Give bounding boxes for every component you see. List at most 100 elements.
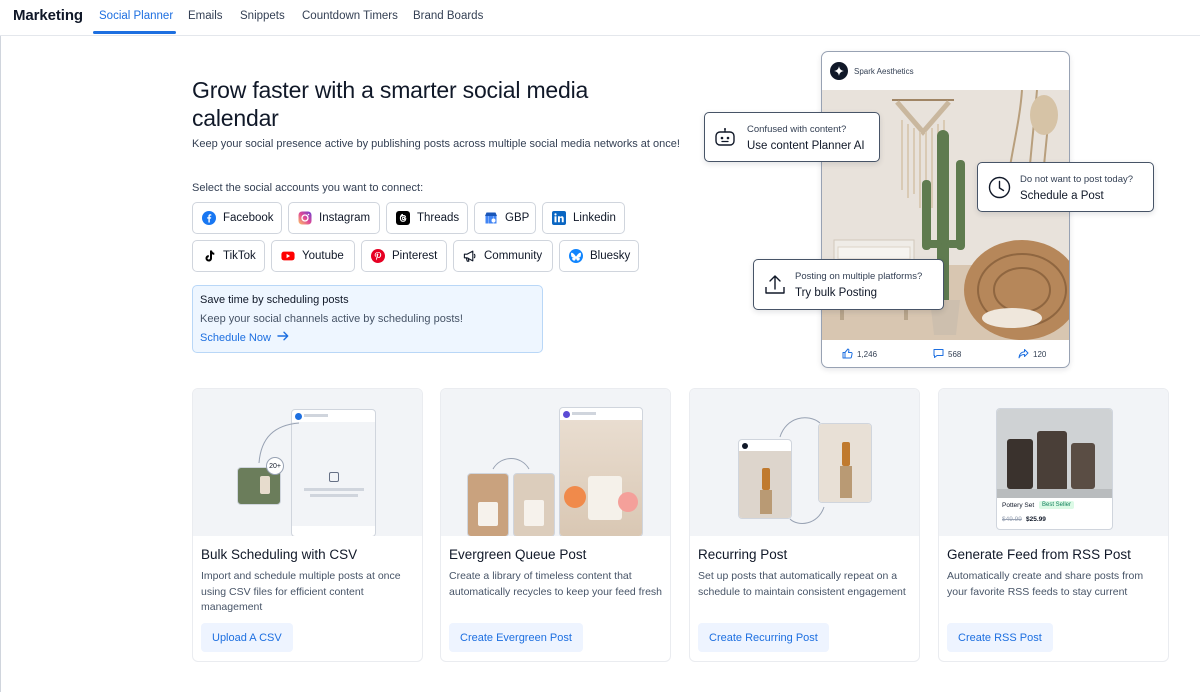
upload-icon	[764, 274, 786, 301]
best-seller-badge: Best Seller	[1039, 501, 1075, 509]
create-rss-post-button[interactable]: Create RSS Post	[947, 623, 1053, 652]
count-badge: 20+	[266, 457, 284, 475]
product-name: Pottery Set	[1002, 502, 1035, 509]
card-description: Import and schedule multiple posts at on…	[201, 570, 401, 613]
connect-youtube-button[interactable]: Youtube	[271, 240, 355, 272]
callout-question: Do not want to post today?	[1020, 174, 1134, 185]
feature-card-bulk-csv: 20+ Bulk Scheduling with CSV Import and …	[192, 388, 423, 662]
share-icon	[1018, 348, 1029, 361]
account-label: Facebook	[223, 212, 274, 224]
tab-countdown-timers[interactable]: Countdown Timers	[302, 10, 398, 22]
sale-price: $25.99	[1026, 516, 1046, 523]
card-title: Evergreen Queue Post	[449, 547, 587, 562]
thumbs-up-icon	[842, 348, 853, 361]
bulk-csv-illustration: 20+	[193, 389, 422, 536]
megaphone-icon	[463, 249, 477, 263]
thumbnail-photo	[513, 473, 555, 536]
post-preview-header: Spark Aesthetics	[830, 62, 914, 80]
account-label: Community	[484, 250, 543, 262]
ai-robot-icon	[714, 127, 736, 154]
account-label: Bluesky	[590, 250, 631, 262]
linkedin-icon	[552, 211, 566, 225]
evergreen-illustration	[441, 389, 670, 536]
threads-icon	[396, 211, 410, 225]
callout-action: Use content Planner AI	[747, 140, 865, 152]
create-recurring-post-button[interactable]: Create Recurring Post	[698, 623, 829, 652]
schedule-promo-card: Save time by scheduling posts Keep your …	[192, 285, 543, 353]
instagram-icon	[298, 211, 312, 225]
tab-snippets[interactable]: Snippets	[240, 10, 285, 22]
connect-gbp-button[interactable]: GBP	[474, 202, 536, 234]
schedule-now-label: Schedule Now	[200, 331, 271, 344]
feature-card-evergreen: Evergreen Queue Post Create a library of…	[440, 388, 671, 662]
connect-facebook-button[interactable]: Facebook	[192, 202, 282, 234]
google-business-icon	[484, 211, 498, 225]
callout-action: Try bulk Posting	[795, 287, 878, 299]
recurring-illustration	[690, 389, 919, 536]
account-label: GBP	[505, 212, 530, 224]
page-subtitle: Keep your social presence active by publ…	[192, 138, 680, 150]
product-card-mock: Pottery Set Best Seller $49.99 $25.99	[996, 408, 1113, 530]
tab-social-planner[interactable]: Social Planner	[99, 10, 173, 22]
post-mock	[559, 407, 643, 536]
connect-threads-button[interactable]: Threads	[386, 202, 468, 234]
app-title: Marketing	[13, 7, 83, 24]
comments-stat: 568	[933, 348, 961, 361]
clock-icon	[988, 176, 1011, 204]
accounts-label: Select the social accounts you want to c…	[192, 182, 424, 194]
post-stats-bar: 1,246 568 120	[822, 342, 1069, 367]
old-price: $49.99	[1002, 516, 1022, 523]
spark-logo-icon	[830, 62, 848, 80]
pinterest-icon	[371, 249, 385, 263]
bluesky-icon	[569, 249, 583, 263]
account-label: Linkedin	[573, 212, 616, 224]
callout-content-planner[interactable]: Confused with content? Use content Plann…	[704, 112, 880, 162]
tiktok-icon	[202, 249, 216, 263]
thumbnail-photo	[467, 473, 509, 536]
card-description: Automatically create and share posts fro…	[947, 570, 1144, 598]
likes-count: 1,246	[857, 350, 878, 359]
page-title: Grow faster with a smarter social media …	[192, 77, 589, 131]
card-title: Bulk Scheduling with CSV	[201, 547, 358, 562]
card-title: Recurring Post	[698, 547, 788, 562]
connect-community-button[interactable]: Community	[453, 240, 553, 272]
facebook-icon	[202, 211, 216, 225]
top-nav: Marketing Social Planner Emails Snippets…	[0, 0, 1200, 36]
connect-tiktok-button[interactable]: TikTok	[192, 240, 265, 272]
promo-subtitle: Keep your social channels active by sche…	[200, 313, 463, 325]
card-description: Create a library of timeless content tha…	[449, 570, 663, 598]
feature-card-rss: Pottery Set Best Seller $49.99 $25.99 Ge…	[938, 388, 1169, 662]
card-description: Set up posts that automatically repeat o…	[698, 570, 906, 598]
comments-count: 568	[948, 350, 962, 359]
schedule-now-link[interactable]: Schedule Now	[200, 331, 289, 344]
likes-stat: 1,246	[842, 348, 877, 361]
callout-question: Posting on multiple platforms?	[795, 271, 923, 282]
callout-question: Confused with content?	[747, 124, 847, 135]
account-label: TikTok	[223, 250, 256, 262]
connect-bluesky-button[interactable]: Bluesky	[559, 240, 639, 272]
create-evergreen-post-button[interactable]: Create Evergreen Post	[449, 623, 583, 652]
upload-csv-button[interactable]: Upload A CSV	[201, 623, 293, 652]
callout-bulk-posting[interactable]: Posting on multiple platforms? Try bulk …	[753, 259, 944, 310]
left-border	[0, 36, 1, 692]
promo-title: Save time by scheduling posts	[200, 294, 349, 306]
account-label: Instagram	[319, 212, 371, 224]
callout-action: Schedule a Post	[1020, 190, 1104, 202]
youtube-icon	[281, 249, 295, 263]
account-label: Pinterest	[392, 250, 438, 262]
comment-icon	[933, 348, 944, 361]
connect-pinterest-button[interactable]: Pinterest	[361, 240, 447, 272]
connect-linkedin-button[interactable]: Linkedin	[542, 202, 625, 234]
active-tab-indicator	[93, 31, 176, 34]
card-title: Generate Feed from RSS Post	[947, 547, 1131, 562]
tab-brand-boards[interactable]: Brand Boards	[413, 10, 483, 22]
connect-instagram-button[interactable]: Instagram	[288, 202, 380, 234]
account-label: Threads	[417, 212, 460, 224]
shares-stat: 120	[1018, 348, 1046, 361]
feature-card-recurring: Recurring Post Set up posts that automat…	[689, 388, 920, 662]
rss-illustration: Pottery Set Best Seller $49.99 $25.99	[939, 389, 1168, 536]
tab-emails[interactable]: Emails	[188, 10, 223, 22]
account-name: Spark Aesthetics	[854, 66, 914, 76]
shares-count: 120	[1033, 350, 1047, 359]
callout-schedule-post[interactable]: Do not want to post today? Schedule a Po…	[977, 162, 1154, 212]
